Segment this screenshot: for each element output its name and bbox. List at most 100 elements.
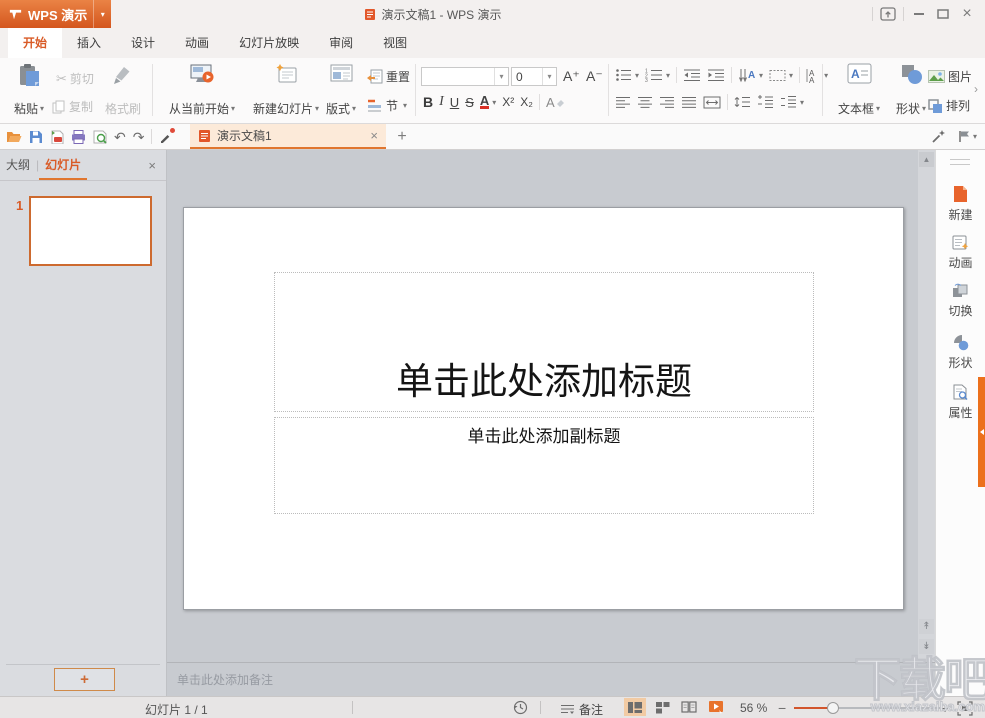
superscript-button[interactable]: X² (502, 95, 514, 109)
normal-view-button[interactable] (624, 698, 646, 716)
tab-design[interactable]: 设计 (116, 28, 170, 58)
slides-tab[interactable]: 幻灯片 (39, 150, 88, 180)
slide-sorter-view-button[interactable] (651, 698, 673, 716)
notes-area[interactable]: 单击此处添加备注 (167, 662, 935, 696)
new-document-tab-button[interactable]: + (392, 127, 412, 147)
collapsed-panel-tab[interactable] (978, 377, 985, 487)
add-slide-button[interactable]: + (54, 668, 115, 691)
strikethrough-button[interactable]: S (465, 95, 474, 110)
subtitle-placeholder[interactable]: 单击此处添加副标题 (274, 417, 814, 514)
font-size-combo[interactable]: 0 ▾ (511, 67, 557, 86)
zoom-slider-thumb[interactable] (827, 702, 839, 714)
decrease-indent-button[interactable] (683, 68, 701, 82)
section-button[interactable]: 节 ▾ (366, 97, 407, 114)
print-preview-button[interactable] (93, 130, 107, 144)
export-pdf-button[interactable] (50, 130, 64, 144)
font-color-button[interactable]: A ▾ (479, 94, 496, 109)
paragraph-spacing-increase-button[interactable] (757, 95, 774, 109)
copy-button[interactable]: 复制 (52, 98, 93, 115)
tab-view[interactable]: 视图 (368, 28, 422, 58)
text-box-border-button[interactable]: ▾ (769, 69, 793, 82)
paragraph-spacing-options-button[interactable]: ▾ (780, 95, 804, 109)
scroll-up-button[interactable]: ▲ (919, 152, 934, 167)
reset-button[interactable]: 重置 (366, 68, 410, 85)
sidebar-item-new[interactable]: 新建 (936, 185, 985, 223)
dropdown-icon: ▾ (759, 70, 764, 80)
character-spacing-button[interactable]: AA ▾ (806, 68, 828, 83)
play-from-current-button[interactable]: 从当前开始 ▾ (160, 63, 244, 117)
customize-quickbar-button[interactable] (159, 127, 176, 143)
close-tab-icon[interactable]: × (370, 128, 378, 143)
distribute-text-button[interactable] (703, 96, 721, 109)
format-painter-button[interactable]: 格式刷 (100, 63, 146, 117)
increase-indent-button[interactable] (707, 68, 725, 82)
layout-button[interactable]: 版式 ▾ (318, 63, 364, 117)
dropdown-icon[interactable]: ▾ (542, 68, 556, 85)
line-spacing-button[interactable] (734, 95, 751, 109)
zoom-out-button[interactable]: − (778, 700, 786, 716)
sidebar-item-transition[interactable]: 切换 (936, 283, 985, 319)
save-button[interactable] (29, 130, 43, 144)
undo-button[interactable]: ↶ (114, 130, 126, 144)
dropdown-icon[interactable]: ▾ (494, 68, 508, 85)
align-center-button[interactable] (637, 96, 653, 109)
align-left-button[interactable] (615, 96, 631, 109)
picture-button[interactable]: 图片 (928, 68, 972, 85)
slide-thumbnail[interactable] (29, 196, 152, 266)
zoom-in-button[interactable]: + (941, 700, 949, 716)
tab-animation[interactable]: 动画 (170, 28, 224, 58)
paste-button[interactable]: 粘贴 ▾ (8, 63, 50, 117)
text-direction-button[interactable]: A ▾ (738, 68, 763, 83)
maximize-button[interactable] (931, 3, 955, 25)
close-panel-icon[interactable]: × (138, 158, 166, 173)
ribbon-overflow-chevron-icon[interactable]: › (974, 82, 978, 96)
font-name-combo[interactable]: ▾ (421, 67, 509, 86)
reset-icon (366, 68, 383, 85)
previous-slide-button[interactable]: ↟ (919, 619, 934, 634)
history-button[interactable] (513, 700, 528, 715)
title-placeholder[interactable]: 单击此处添加标题 (274, 272, 814, 412)
reading-view-button[interactable] (678, 698, 700, 716)
slideshow-button[interactable] (705, 698, 727, 716)
decrease-font-button[interactable]: A⁻ (584, 68, 605, 85)
outline-tab[interactable]: 大纲 (0, 150, 36, 180)
fullscreen-button[interactable] (876, 3, 900, 25)
numbered-list-button[interactable]: 123 ▾ (645, 68, 670, 83)
slide-canvas[interactable]: 单击此处添加标题 单击此处添加副标题 (183, 207, 904, 610)
open-file-button[interactable] (6, 130, 22, 143)
tab-home[interactable]: 开始 (8, 28, 63, 58)
tab-review[interactable]: 审阅 (314, 28, 368, 58)
document-tab-bar: ↶ ↷ 演示文稿1 × + ▾ (0, 124, 985, 150)
bold-button[interactable]: B (423, 94, 433, 110)
flag-menu-button[interactable]: ▾ (958, 130, 977, 143)
sidebar-item-animation[interactable]: 动画 (936, 234, 985, 271)
document-tab[interactable]: 演示文稿1 × (190, 124, 386, 149)
justify-button[interactable] (681, 96, 697, 109)
magic-wand-icon[interactable] (931, 129, 946, 144)
clear-format-button[interactable]: A (546, 95, 565, 110)
next-slide-button[interactable]: ↡ (919, 639, 934, 654)
tab-insert[interactable]: 插入 (62, 28, 116, 58)
zoom-slider[interactable] (794, 702, 940, 714)
tab-slideshow[interactable]: 幻灯片放映 (224, 28, 314, 58)
increase-font-button[interactable]: A⁺ (561, 68, 582, 85)
redo-button[interactable]: ↷ (133, 130, 145, 144)
new-slide-button[interactable]: 新建幻灯片 ▾ (246, 63, 326, 117)
underline-button[interactable]: U (450, 95, 459, 110)
arrange-button[interactable]: 排列 (928, 97, 970, 114)
sidebar-item-shape[interactable]: 形状 (936, 334, 985, 371)
cut-button[interactable]: ✂ 剪切 (56, 70, 94, 87)
sidebar-handle[interactable] (950, 159, 970, 165)
svg-text:3: 3 (645, 78, 648, 82)
minimize-button[interactable] (907, 3, 931, 25)
print-button[interactable] (71, 129, 86, 144)
notes-toggle-button[interactable]: 备注 (560, 701, 603, 718)
vertical-scrollbar[interactable]: ▲ ↟ ↡ (918, 150, 935, 662)
italic-button[interactable]: I (439, 94, 444, 110)
fit-to-window-button[interactable] (957, 701, 973, 716)
close-button[interactable]: × (955, 3, 979, 25)
bullet-list-button[interactable]: ▾ (615, 68, 639, 82)
textbox-button[interactable]: A 文本框 ▾ (830, 63, 888, 117)
subscript-button[interactable]: X₂ (520, 95, 533, 109)
align-right-button[interactable] (659, 96, 675, 109)
